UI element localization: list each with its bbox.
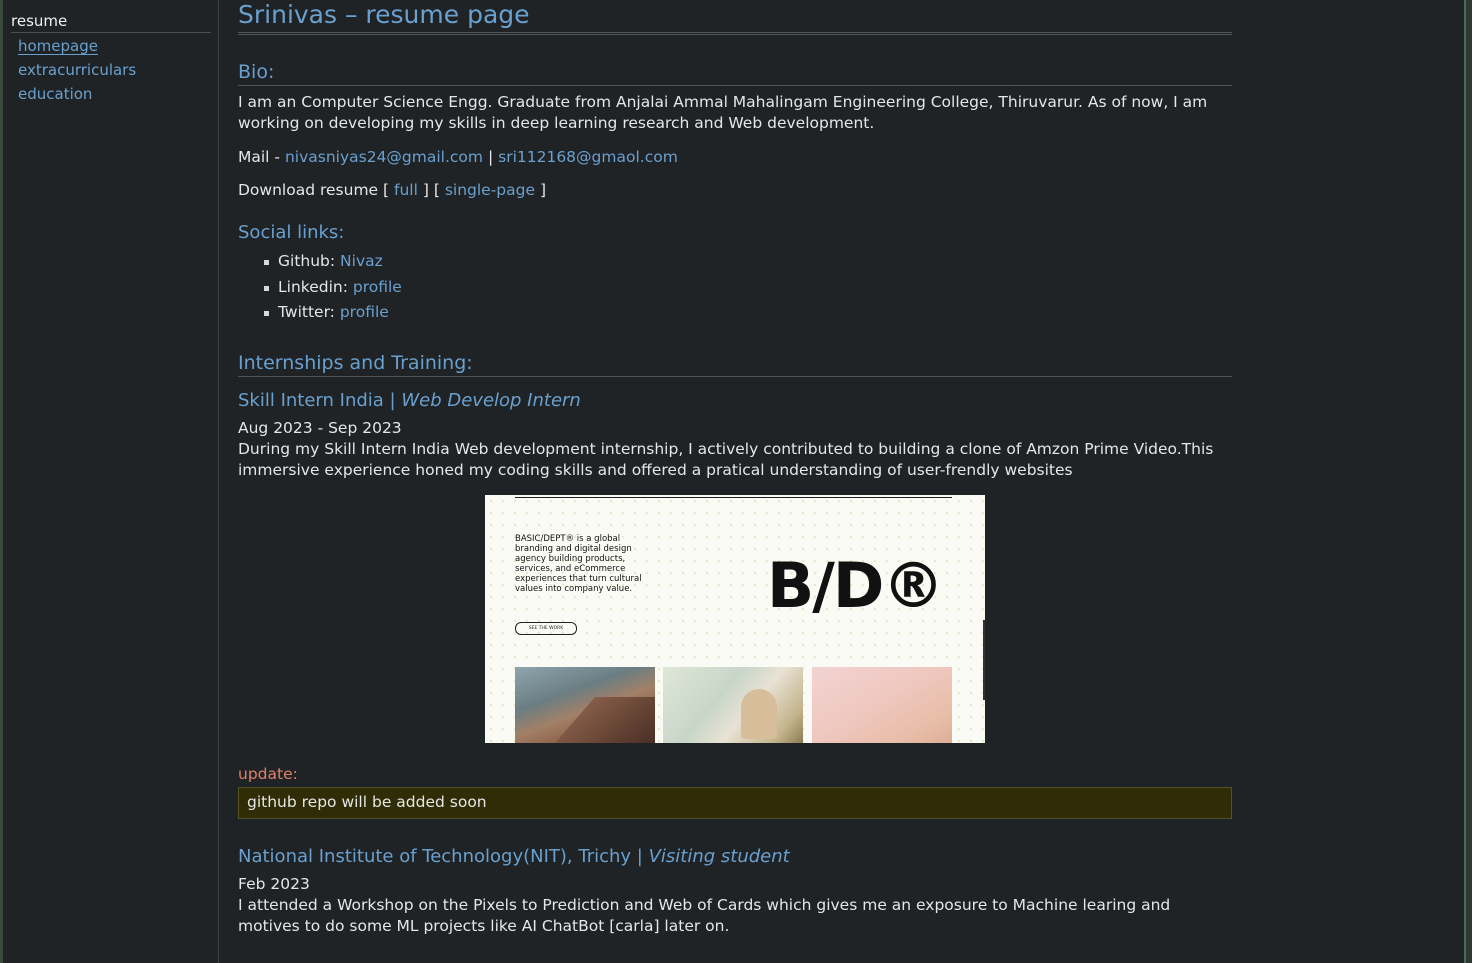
social-label: Linkedin: [278,277,348,296]
linkedin-link[interactable]: profile [353,278,402,296]
screenshot-tile-hand [663,667,803,743]
mail-line: Mail - nivasniyas24@gmail.com | sri11216… [238,147,1232,168]
internship-role: Web Develop Intern [401,390,581,411]
update-note: github repo will be added soon [238,787,1232,819]
sidebar-link-homepage[interactable]: homepage [18,36,136,60]
screenshot-top-rule [515,497,952,498]
twitter-link[interactable]: profile [340,303,389,321]
screenshot-tile-landscape [515,667,655,743]
internships-heading: Internships and Training: [238,351,1232,377]
download-single-page-link[interactable]: single-page [445,181,535,199]
social-heading: Social links: [238,222,345,243]
social-item-linkedin: Linkedin: profile [262,275,402,301]
github-link[interactable]: Nivaz [340,252,383,270]
sidebar: resume homepage extracurriculars educati… [3,0,219,963]
mail-separator: | [487,148,494,166]
download-line: Download resume [ full ] [ single-page ] [238,180,1232,201]
training-description: I attended a Workshop on the Pixels to P… [238,896,1171,935]
social-item-twitter: Twitter: profile [262,300,402,326]
download-suffix: ] [539,181,547,199]
download-mid: ] [ [422,181,440,199]
training-role: Visiting student [648,846,790,867]
mail-prefix: Mail - [238,148,281,166]
window-scrollbar[interactable] [1464,0,1472,963]
bio-text: I am an Computer Science Engg. Graduate … [238,93,1208,132]
screenshot-agency-text: BASIC/DEPT® is a global branding and dig… [515,534,642,594]
download-prefix: Download resume [ [238,181,390,199]
screenshot-edge-line [983,620,985,700]
internship-title: Skill Intern India | Web Develop Intern [238,390,581,412]
update-label: update: [238,765,298,783]
screenshot-logo: B/D® [767,549,944,622]
training-title: National Institute of Technology(NIT), T… [238,846,790,868]
email-link-2[interactable]: sri112168@gmaol.com [498,148,678,166]
social-label: Twitter: [278,303,335,321]
training-org: National Institute of Technology(NIT), T… [238,846,643,867]
internship-date: Aug 2023 - Sep 2023 [238,419,402,437]
training-date: Feb 2023 [238,875,310,893]
internship-org: Skill Intern India | [238,390,396,411]
sidebar-links: homepage extracurriculars education [18,36,136,108]
screenshot-tile-pink [812,667,952,743]
screenshot-see-work-button: SEE THE WORK [515,622,577,635]
social-label: Github: [278,252,336,270]
update-text: github repo will be added soon [247,793,487,811]
sidebar-link-extracurriculars[interactable]: extracurriculars [18,60,136,84]
bio-heading: Bio: [238,60,1232,86]
project-screenshot: BASIC/DEPT® is a global branding and dig… [485,495,985,743]
social-item-github: Github: Nivaz [262,249,402,275]
email-link-1[interactable]: nivasniyas24@gmail.com [285,148,483,166]
social-list: Github: Nivaz Linkedin: profile Twitter:… [262,249,402,326]
sidebar-title: resume [11,12,211,33]
page-title: Srinivas – resume page [238,0,1232,35]
internship-description: During my Skill Intern India Web develop… [238,440,1214,479]
sidebar-link-education[interactable]: education [18,84,136,108]
download-full-link[interactable]: full [394,181,418,199]
